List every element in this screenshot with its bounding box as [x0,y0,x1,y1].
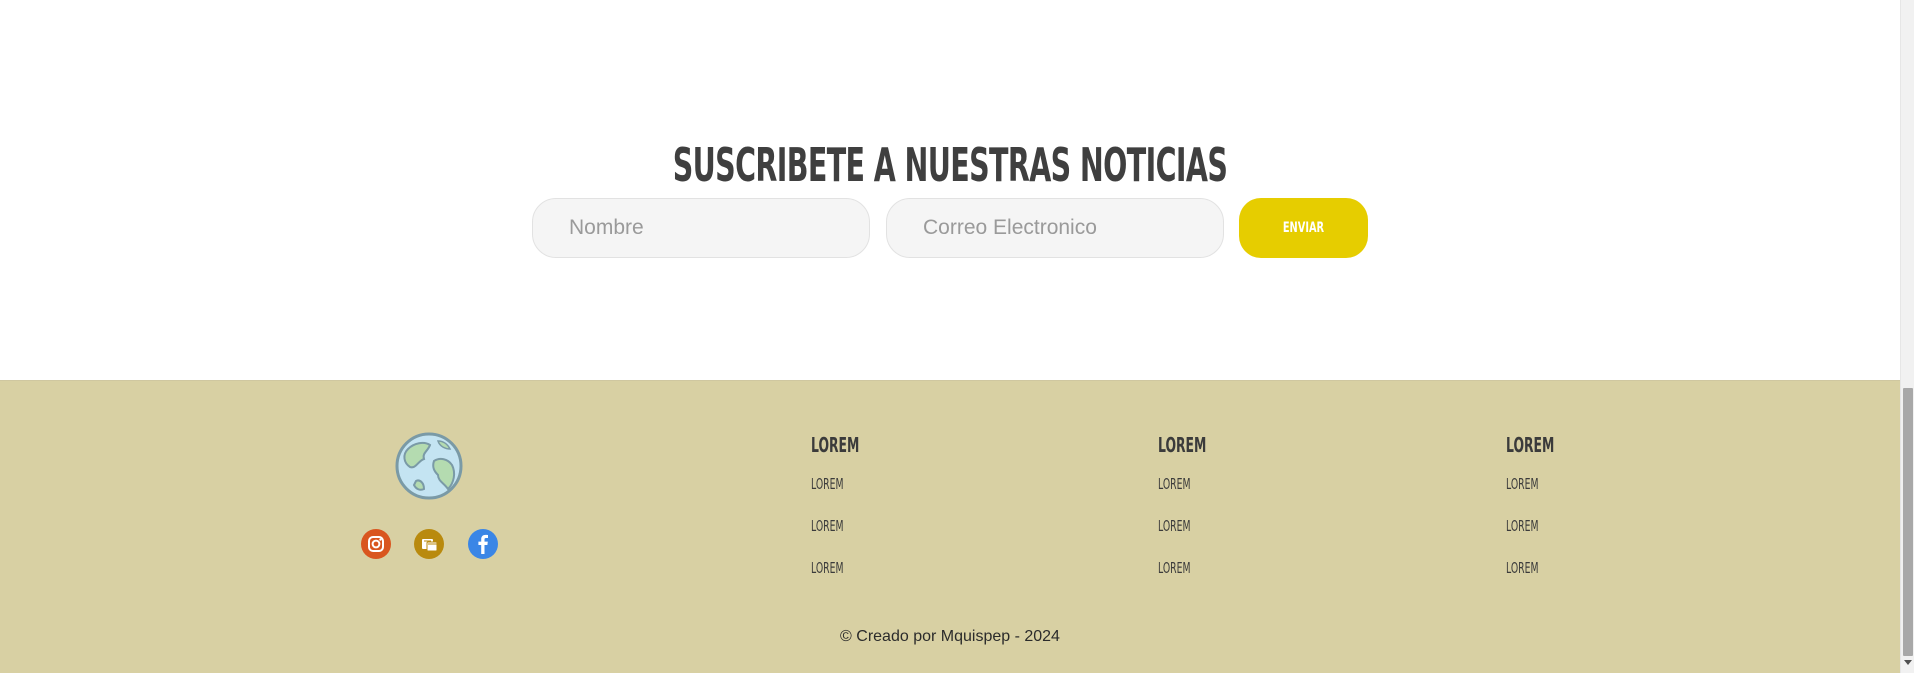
footer-link[interactable]: LOREM [811,474,910,494]
footer: LOREM LOREM LOREM LOREM LOREM LOREM LORE… [0,380,1900,673]
newsletter-title: SUSCRIBETE A NUESTRAS NOTICIAS [672,138,1228,193]
copyright-text: © Creado por Mquispep - 2024 [840,628,1060,645]
footer-column: LOREM LOREM LOREM LOREM [1158,433,1318,578]
footer-link[interactable]: LOREM [1506,474,1605,494]
facebook-icon[interactable] [468,529,498,559]
footer-link[interactable]: LOREM [811,516,910,536]
name-input[interactable] [532,198,870,258]
footer-link[interactable]: LOREM [1158,516,1257,536]
send-button-label: ENVIAR [1282,220,1325,236]
footer-column-heading: LOREM [1506,433,1555,457]
mail-icon[interactable] [414,529,444,559]
footer-link[interactable]: LOREM [1158,474,1257,494]
page: SUSCRIBETE A NUESTRAS NOTICIAS ENVIAR [0,0,1900,673]
footer-link[interactable]: LOREM [1158,558,1257,578]
footer-column-heading: LOREM [811,433,860,457]
send-button[interactable]: ENVIAR [1239,198,1368,258]
instagram-icon[interactable] [361,529,391,559]
newsletter-section: SUSCRIBETE A NUESTRAS NOTICIAS ENVIAR [0,0,1900,380]
globe-icon [394,431,464,501]
scroll-down-arrow-icon[interactable] [1904,660,1912,665]
scrollbar-thumb[interactable] [1903,388,1913,656]
page-scrollbar[interactable] [1900,0,1914,673]
footer-column-heading: LOREM [1158,433,1207,457]
footer-link[interactable]: LOREM [1506,516,1605,536]
footer-link[interactable]: LOREM [1506,558,1605,578]
footer-column: LOREM LOREM LOREM LOREM [811,433,971,578]
footer-column: LOREM LOREM LOREM LOREM [1506,433,1666,578]
footer-link[interactable]: LOREM [811,558,910,578]
email-input[interactable] [886,198,1224,258]
